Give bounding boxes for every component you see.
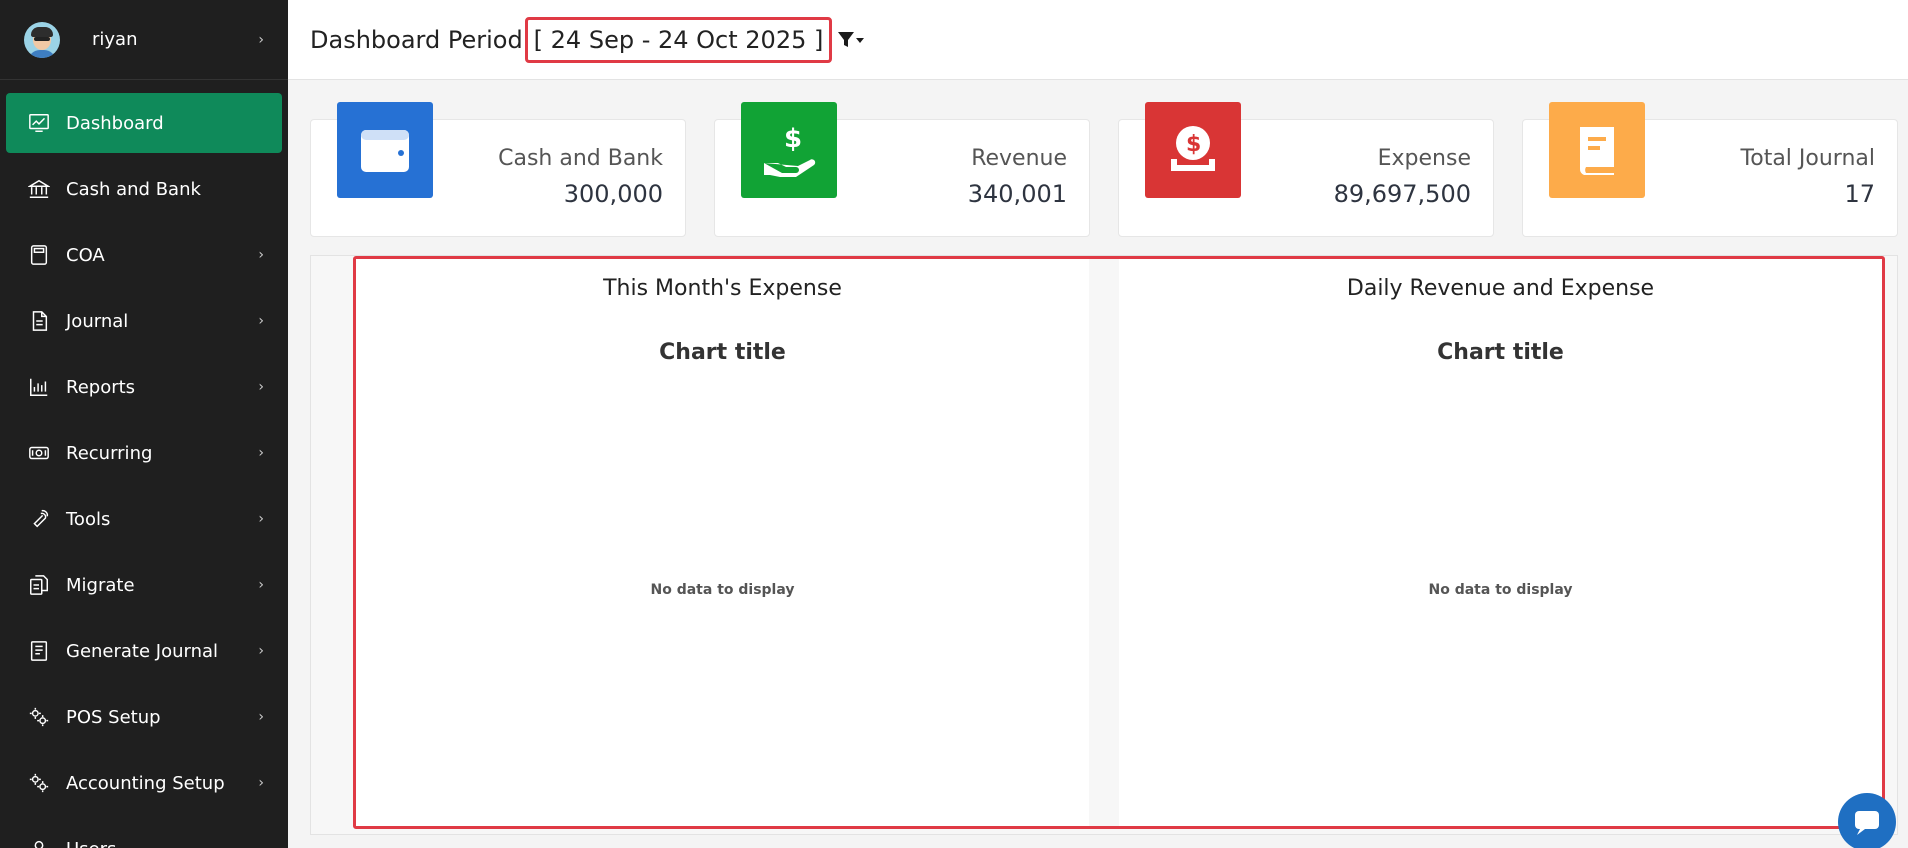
money-icon [29, 446, 49, 460]
sidebar-item-label: Migrate [66, 574, 135, 596]
card-value: 17 [1844, 180, 1875, 208]
kpi-card-revenue[interactable]: $ Revenue 340,001 [714, 102, 1090, 237]
user-menu[interactable]: riyan › [0, 0, 288, 80]
app-root: riyan › Dashboard Cash and Bank COA › Jo… [0, 0, 1908, 848]
gears-icon [29, 773, 49, 793]
sidebar-item-label: POS Setup [66, 706, 161, 728]
sidebar-item-migrate[interactable]: Migrate › [6, 555, 282, 615]
sidebar-item-tools[interactable]: Tools › [6, 489, 282, 549]
sidebar-item-label: Journal [66, 310, 129, 332]
sidebar-item-cash-and-bank[interactable]: Cash and Bank [6, 159, 282, 219]
chevron-right-icon: › [258, 247, 264, 263]
card-value: 89,697,500 [1333, 180, 1471, 208]
chart-header: This Month's Expense [603, 276, 842, 301]
wallet-badge [337, 102, 433, 198]
sidebar-item-recurring[interactable]: Recurring › [6, 423, 282, 483]
chat-icon [1855, 811, 1879, 835]
sidebar-item-label: Dashboard [66, 112, 164, 134]
sidebar-item-label: COA [66, 244, 105, 266]
avatar [24, 21, 60, 58]
sidebar-item-generate-journal[interactable]: Generate Journal › [6, 621, 282, 681]
kpi-card-total-journal[interactable]: Total Journal 17 [1522, 102, 1898, 237]
chart-empty-message: No data to display [1428, 582, 1573, 598]
sidebar-nav: Dashboard Cash and Bank COA › Journal › … [0, 80, 288, 848]
chevron-right-icon: › [258, 31, 264, 48]
chart-header: Daily Revenue and Expense [1346, 276, 1655, 301]
dashboard-chart-icon [29, 114, 49, 132]
journal-badge [1549, 102, 1645, 198]
wallet-icon [361, 130, 409, 172]
user-name: riyan [92, 29, 138, 50]
chevron-right-icon: › [258, 709, 264, 725]
kpi-card-expense[interactable]: $ Expense 89,697,500 [1118, 102, 1494, 237]
coin-drop-icon: $ [1171, 126, 1215, 171]
card-label: Total Journal [1740, 146, 1875, 171]
card-value: 300,000 [563, 180, 663, 208]
svg-text:$: $ [1186, 132, 1201, 157]
calculator-icon [30, 245, 48, 265]
hand-money-icon: $ [764, 124, 816, 177]
chevron-right-icon: › [258, 379, 264, 395]
migrate-icon [30, 575, 48, 595]
chart-title: Chart title [1437, 340, 1564, 365]
sidebar-item-accounting-setup[interactable]: Accounting Setup › [6, 753, 282, 813]
sidebar-item-label: Cash and Bank [66, 178, 201, 200]
sidebar-item-dashboard[interactable]: Dashboard [6, 93, 282, 153]
user-icon [34, 840, 44, 848]
bar-chart-icon [30, 378, 48, 396]
top-header: Dashboard Period [ 24 Sep - 24 Oct 2025 … [288, 0, 1908, 80]
filter-icon[interactable] [836, 28, 866, 52]
card-label: Expense [1377, 146, 1471, 171]
chevron-right-icon: › [258, 775, 264, 791]
chart-daily-revenue-expense: Daily Revenue and Expense Chart title No… [1119, 256, 1882, 828]
kpi-card-cash-and-bank[interactable]: Cash and Bank 300,000 [310, 102, 686, 237]
card-label: Revenue [971, 146, 1067, 171]
sidebar-item-label: Recurring [66, 442, 153, 464]
sidebar-item-users[interactable]: Users [6, 819, 282, 848]
chevron-right-icon: › [258, 643, 264, 659]
sidebar-item-label: Accounting Setup [66, 772, 225, 794]
sidebar-item-pos-setup[interactable]: POS Setup › [6, 687, 282, 747]
wrench-icon [33, 509, 49, 528]
expense-badge: $ [1145, 102, 1241, 198]
sidebar-item-label: Reports [66, 376, 136, 398]
sidebar-item-reports[interactable]: Reports › [6, 357, 282, 417]
chart-this-months-expense: This Month's Expense Chart title No data… [356, 256, 1089, 828]
chevron-right-icon: › [258, 445, 264, 461]
dashboard-period[interactable]: [ 24 Sep - 24 Oct 2025 ] [524, 16, 833, 63]
document-icon [32, 311, 48, 331]
ledger-icon [30, 641, 48, 661]
book-icon [1579, 127, 1614, 175]
chevron-right-icon: › [258, 313, 264, 329]
chart-title: Chart title [659, 340, 786, 365]
chat-button[interactable] [1838, 793, 1896, 848]
page-title: Dashboard Period [310, 25, 523, 54]
card-value: 340,001 [967, 180, 1067, 208]
gears-icon [29, 707, 49, 727]
card-label: Cash and Bank [498, 146, 663, 171]
sidebar-item-label: Tools [66, 508, 111, 530]
bank-icon [28, 179, 50, 198]
sidebar-item-label: Users [66, 839, 264, 848]
svg-text:$: $ [784, 124, 802, 154]
chart-empty-message: No data to display [650, 582, 795, 598]
sidebar-item-journal[interactable]: Journal › [6, 291, 282, 351]
chevron-right-icon: › [258, 511, 264, 527]
sidebar-item-coa[interactable]: COA › [6, 225, 282, 285]
revenue-badge: $ [741, 102, 837, 198]
sidebar-item-label: Generate Journal [66, 640, 219, 662]
chevron-right-icon: › [258, 577, 264, 593]
sidebar: riyan › Dashboard Cash and Bank COA › Jo… [0, 0, 288, 848]
